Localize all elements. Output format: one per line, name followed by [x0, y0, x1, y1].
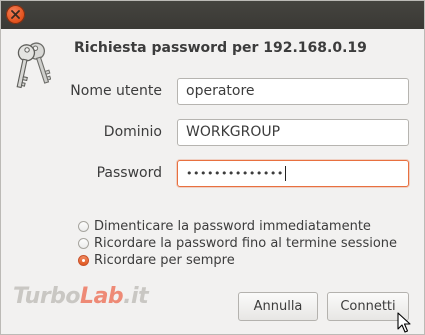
radio-remember-forever[interactable]: Ricordare per sempre [78, 252, 235, 269]
titlebar [1, 1, 424, 29]
close-button[interactable] [6, 5, 25, 24]
password-value: •••••••••••••• [186, 167, 284, 180]
password-label: Password [96, 165, 162, 181]
radio-remember-session[interactable]: Ricordare la password fino al termine se… [78, 235, 397, 252]
radio-button[interactable] [78, 238, 89, 249]
radio-forget-immediately[interactable]: Dimenticare la password immediatamente [78, 218, 371, 235]
watermark-part: Turbo [13, 284, 81, 309]
domain-label: Dominio [103, 124, 162, 140]
cancel-button[interactable]: Annulla [238, 292, 318, 321]
connect-button-label: Connetti [340, 299, 396, 314]
radio-button-checked[interactable] [78, 255, 89, 266]
password-dialog: Richiesta password per 192.168.0.19 Nome… [0, 0, 425, 335]
cancel-button-label: Annulla [253, 299, 303, 314]
watermark-logo: TurboLab.it [13, 284, 149, 309]
close-icon [11, 10, 20, 19]
username-value: operatore [186, 83, 255, 99]
radio-button[interactable] [78, 221, 89, 232]
radio-label: Ricordare la password fino al termine se… [94, 236, 398, 251]
username-label: Nome utente [70, 83, 162, 99]
mouse-pointer-icon [397, 312, 411, 333]
text-caret [284, 165, 286, 181]
radio-label: Dimenticare la password immediatamente [94, 219, 371, 234]
radio-label: Ricordare per sempre [94, 253, 235, 268]
password-field[interactable]: •••••••••••••• [177, 160, 409, 187]
keys-icon [16, 42, 51, 89]
watermark-part: .it [123, 284, 149, 309]
domain-field[interactable]: WORKGROUP [177, 119, 409, 146]
watermark-part-accent: Lab [80, 284, 124, 309]
dialog-title: Richiesta password per 192.168.0.19 [74, 40, 367, 56]
domain-value: WORKGROUP [186, 124, 281, 140]
username-field[interactable]: operatore [177, 78, 409, 105]
